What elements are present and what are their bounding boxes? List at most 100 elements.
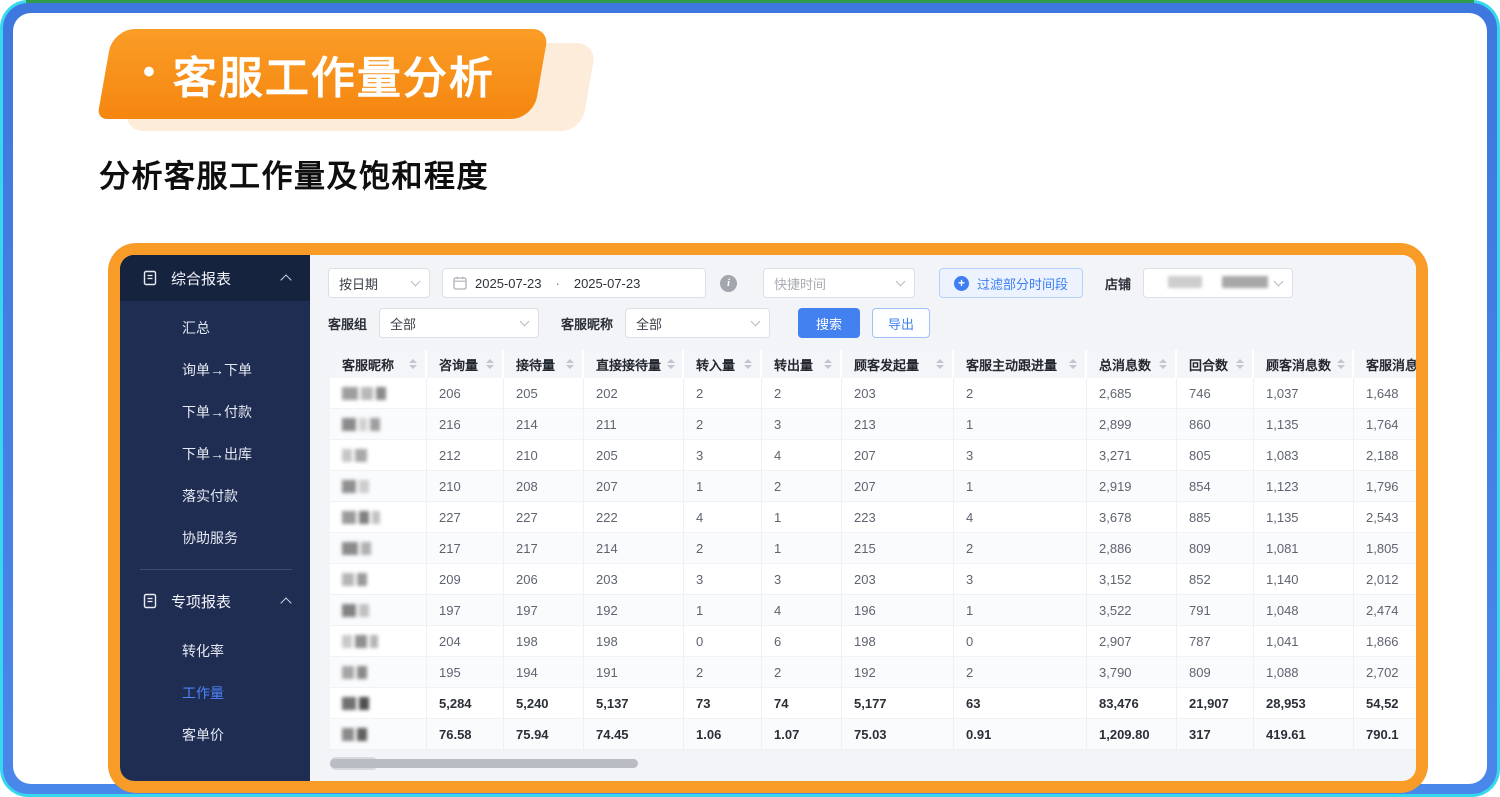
table-cell: 5,240 xyxy=(504,688,584,719)
title-badge: • 客服工作量分析 xyxy=(97,29,549,119)
shop-select[interactable] xyxy=(1143,268,1293,298)
export-button[interactable]: 导出 xyxy=(872,308,930,338)
table-cell: 0 xyxy=(684,626,762,657)
date-range-input[interactable]: 2025-07-23 · 2025-07-23 xyxy=(442,268,706,298)
sort-arrows-icon[interactable] xyxy=(744,359,752,369)
table-cell: 2,899 xyxy=(1087,409,1177,440)
table-cell: 191 xyxy=(584,657,684,688)
column-header[interactable]: 转出量 xyxy=(762,350,842,378)
table-cell: 2 xyxy=(954,533,1087,564)
table-cell: 2,919 xyxy=(1087,471,1177,502)
table-cell: 1 xyxy=(762,502,842,533)
sidebar-section-comprehensive-reports[interactable]: 综合报表 xyxy=(120,255,310,301)
content-card: • 客服工作量分析 分析客服工作量及饱和程度 综合报表 xyxy=(13,13,1487,784)
title-bullet: • xyxy=(143,55,157,89)
sort-arrows-icon[interactable] xyxy=(1069,359,1077,369)
sidebar-item-confirm-payment[interactable]: 落实付款 xyxy=(120,475,310,517)
info-icon[interactable]: i xyxy=(720,275,737,292)
service-nickname-select[interactable]: 全部 xyxy=(625,308,770,338)
table-cell: 192 xyxy=(842,657,954,688)
table-cell: 1,209.80 xyxy=(1087,719,1177,750)
sidebar-item-conversion-rate[interactable]: 转化率 xyxy=(120,630,310,672)
date-mode-select[interactable]: 按日期 xyxy=(328,268,430,298)
column-header[interactable]: 总消息数 xyxy=(1087,350,1177,378)
sidebar-item-order-to-shipment[interactable]: 下单→出库 xyxy=(120,433,310,475)
table-cell: 63 xyxy=(954,688,1087,719)
table-cell: 3 xyxy=(762,564,842,595)
service-group-select[interactable]: 全部 xyxy=(379,308,539,338)
table-cell: 2,474 xyxy=(1354,595,1416,626)
shop-value-redacted xyxy=(1154,276,1275,291)
table-cell: 809 xyxy=(1177,533,1254,564)
column-header[interactable]: 顾客消息数 xyxy=(1254,350,1354,378)
redacted-name-cell xyxy=(330,657,427,688)
column-header[interactable]: 转入量 xyxy=(684,350,762,378)
sort-arrows-icon[interactable] xyxy=(824,359,832,369)
table-cell: 196 xyxy=(842,595,954,626)
table-cell: 885 xyxy=(1177,502,1254,533)
column-header[interactable]: 接待量 xyxy=(504,350,584,378)
column-header[interactable]: 客服昵称 xyxy=(330,350,427,378)
sort-arrows-icon[interactable] xyxy=(667,359,675,369)
sort-arrows-icon[interactable] xyxy=(1159,359,1167,369)
table-cell: 213 xyxy=(842,409,954,440)
table-cell: 2,685 xyxy=(1087,378,1177,409)
sort-arrows-icon[interactable] xyxy=(409,359,417,369)
sort-arrows-icon[interactable] xyxy=(1337,359,1345,369)
table-cell: 787 xyxy=(1177,626,1254,657)
column-header[interactable]: 直接接待量 xyxy=(584,350,684,378)
sort-arrows-icon[interactable] xyxy=(486,359,494,369)
table-cell: 1.06 xyxy=(684,719,762,750)
sort-arrows-icon[interactable] xyxy=(936,359,944,369)
column-header-label: 咨询量 xyxy=(439,355,478,374)
sort-arrows-icon[interactable] xyxy=(1236,359,1244,369)
sidebar-item-workload[interactable]: 工作量 xyxy=(120,672,310,714)
plus-circle-icon: + xyxy=(954,276,969,291)
sidebar-item-huizong[interactable]: 汇总 xyxy=(120,307,310,349)
app-screenshot-frame: 综合报表 汇总 询单→下单 下单→付款 下单→出库 落实付款 协助服务 xyxy=(108,243,1428,793)
table-cell: 1,135 xyxy=(1254,409,1354,440)
column-header-label: 顾客消息数 xyxy=(1266,355,1331,374)
column-header[interactable]: 咨询量 xyxy=(427,350,504,378)
table-cell: 317 xyxy=(1177,719,1254,750)
table-cell: 223 xyxy=(842,502,954,533)
table-cell: 1,648 xyxy=(1354,378,1416,409)
redacted-name-cell xyxy=(330,626,427,657)
redacted-name-cell xyxy=(330,378,427,409)
table-cell: 75.03 xyxy=(842,719,954,750)
column-header-label: 接待量 xyxy=(516,355,555,374)
table-cell: 2 xyxy=(954,378,1087,409)
table-cell: 197 xyxy=(504,595,584,626)
quick-time-select[interactable]: 快捷时间 xyxy=(763,268,915,298)
sidebar-item-order-to-payment[interactable]: 下单→付款 xyxy=(120,391,310,433)
column-header-label: 回合数 xyxy=(1189,355,1228,374)
filter-time-range-button[interactable]: + 过滤部分时间段 xyxy=(939,268,1083,298)
sidebar-item-inquiry-to-order[interactable]: 询单→下单 xyxy=(120,349,310,391)
workload-table-wrap: 客服昵称咨询量 接待量 直接接待量转入量转出量 顾客发起量客服主动跟进量总消息数回合数… xyxy=(330,350,1416,750)
column-header[interactable]: 回合数 xyxy=(1177,350,1254,378)
column-header-label: 转出量 xyxy=(774,355,813,374)
sidebar-section-special-reports[interactable]: 专项报表 xyxy=(120,578,310,624)
table-cell: 208 xyxy=(504,471,584,502)
table-cell: 75.94 xyxy=(504,719,584,750)
table-cell: 3,790 xyxy=(1087,657,1177,688)
table-cell: 0 xyxy=(954,626,1087,657)
column-header[interactable]: 客服主动跟进量 xyxy=(954,350,1087,378)
table-cell: 0.91 xyxy=(954,719,1087,750)
scrollbar-thumb[interactable] xyxy=(330,759,638,768)
sidebar-item-avg-order-value[interactable]: 客单价 xyxy=(120,714,310,756)
search-button[interactable]: 搜索 xyxy=(798,308,860,338)
service-group-value: 全部 xyxy=(390,314,521,333)
column-header[interactable]: 客服消息数 xyxy=(1354,350,1416,378)
table-cell: 1,088 xyxy=(1254,657,1354,688)
table-row: 2041981980619802,9077871,0411,866 xyxy=(330,626,1416,657)
redacted-name-cell xyxy=(330,533,427,564)
chevron-up-icon xyxy=(280,597,291,608)
sort-arrows-icon[interactable] xyxy=(566,359,574,369)
table-cell: 2 xyxy=(684,378,762,409)
horizontal-scrollbar[interactable] xyxy=(330,757,1416,770)
table-cell: 214 xyxy=(584,533,684,564)
date-mode-value: 按日期 xyxy=(339,274,412,293)
column-header[interactable]: 顾客发起量 xyxy=(842,350,954,378)
sidebar-item-assist-service[interactable]: 协助服务 xyxy=(120,517,310,559)
